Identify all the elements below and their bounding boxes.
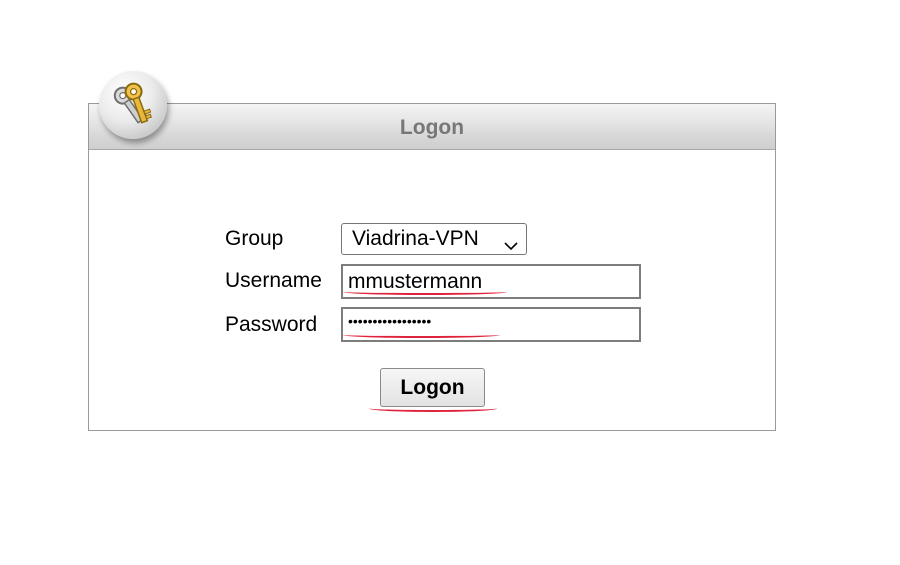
spellcheck-underline xyxy=(343,289,507,295)
panel-title: Logon xyxy=(399,116,465,139)
password-field[interactable]: ••••••••••••••••• xyxy=(341,307,641,342)
password-mask: ••••••••••••••••• xyxy=(348,313,432,329)
password-label: Password xyxy=(225,313,318,336)
keys-icon xyxy=(99,71,167,139)
panel-header: Logon xyxy=(89,104,775,150)
group-select-value: Viadrina-VPN xyxy=(352,227,479,250)
username-field[interactable]: mmustermann xyxy=(341,264,641,299)
group-label: Group xyxy=(225,227,284,250)
logon-button[interactable]: Logon xyxy=(380,368,485,407)
spellcheck-underline xyxy=(369,405,497,412)
spellcheck-underline xyxy=(343,332,500,338)
username-label: Username xyxy=(225,269,322,292)
chevron-down-icon xyxy=(504,232,518,262)
group-select[interactable]: Viadrina-VPN xyxy=(341,223,527,255)
logon-page: Logon Group Viadrina-VPN Username mmuste… xyxy=(0,0,900,565)
